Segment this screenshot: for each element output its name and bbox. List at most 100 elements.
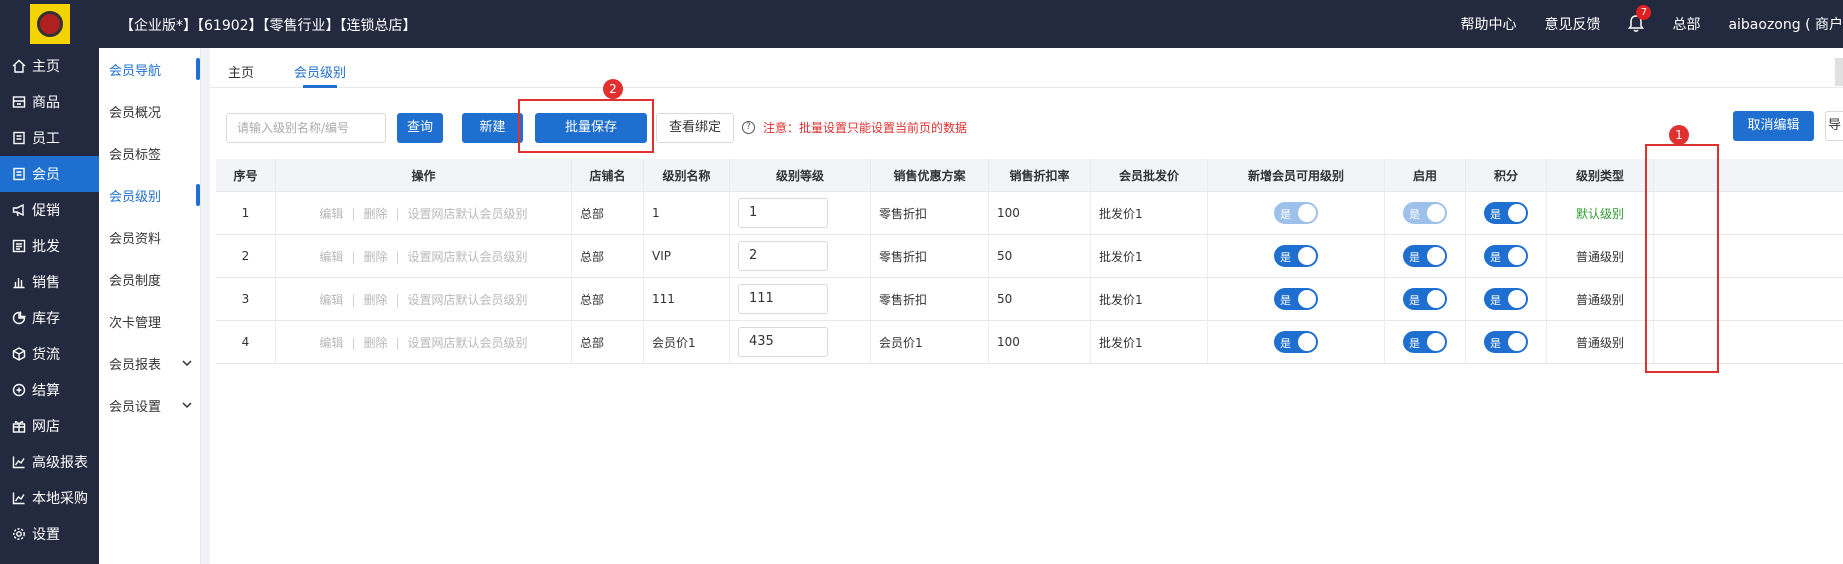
plan-text: 会员价1 bbox=[879, 335, 923, 350]
row-actions: 编辑 | 删除 | 设置网店默认会员级别 bbox=[276, 192, 572, 234]
submenu-item-2[interactable]: 会员标签 bbox=[99, 132, 200, 174]
set-default-link[interactable]: 设置网店默认会员级别 bbox=[408, 250, 528, 264]
new-member-toggle[interactable]: 是 bbox=[1274, 202, 1318, 224]
sidebar-item-11[interactable]: 高级报表 bbox=[0, 444, 99, 480]
tab-home[interactable]: 主页 bbox=[228, 62, 254, 81]
sidebar-item-1[interactable]: 商品 bbox=[0, 84, 99, 120]
member-level-table: 序号 操作 店铺名 级别名称 级别等级 销售优惠方案 销售折扣率 会员批发价 新增会员可用级别启… bbox=[216, 159, 1843, 364]
enable-toggle[interactable]: 是 bbox=[1403, 288, 1447, 310]
edit-link[interactable]: 编辑 bbox=[319, 293, 343, 307]
submenu-item-0[interactable]: 会员导航 bbox=[99, 48, 200, 90]
sidebar-item-2[interactable]: 员工 bbox=[0, 120, 99, 156]
points-toggle[interactable]: 是 bbox=[1484, 331, 1528, 353]
tab-member-level[interactable]: 会员级别 bbox=[294, 62, 346, 81]
sidebar-item-label: 设置 bbox=[32, 527, 60, 543]
sidebar-item-10[interactable]: 网店 bbox=[0, 408, 99, 444]
cell-store: 总部 bbox=[572, 321, 644, 363]
points-toggle[interactable]: 是 bbox=[1484, 202, 1528, 224]
submenu-item-8[interactable]: 会员设置 bbox=[99, 384, 200, 426]
cell-wholesale: 批发价1 bbox=[1091, 321, 1208, 363]
sidebar-item-5[interactable]: 批发 bbox=[0, 228, 99, 264]
submenu-item-7[interactable]: 会员报表 bbox=[99, 342, 200, 384]
column-header-new_member: 新增会员可用级别 bbox=[1208, 159, 1385, 191]
cell-store: 总部 bbox=[572, 235, 644, 277]
new-member-toggle[interactable]: 是 bbox=[1274, 245, 1318, 267]
delete-link[interactable]: 删除 bbox=[363, 293, 387, 307]
cell-wholesale: 批发价1 bbox=[1091, 235, 1208, 277]
view-binding-button[interactable]: 查看绑定 bbox=[656, 113, 734, 143]
delete-link[interactable]: 删除 bbox=[363, 336, 387, 350]
cell-rate: 100 bbox=[989, 321, 1091, 363]
store-switch[interactable]: 总部 bbox=[1672, 14, 1700, 34]
batch-hint-text: 注意：批量设置只能设置当前页的数据 bbox=[763, 121, 968, 135]
seq-text: 2 bbox=[241, 249, 250, 263]
wholesale-text: 批发价1 bbox=[1099, 335, 1143, 350]
feedback-link[interactable]: 意见反馈 bbox=[1544, 14, 1600, 34]
cancel-edit-button[interactable]: 取消编辑 bbox=[1733, 111, 1814, 141]
cell-type: 普通级别 bbox=[1547, 235, 1654, 277]
sidebar-item-6[interactable]: 销售 bbox=[0, 264, 99, 300]
annotation-marker-2: 2 bbox=[603, 79, 623, 99]
submenu-item-6[interactable]: 次卡管理 bbox=[99, 300, 200, 342]
sidebar-item-label: 货流 bbox=[32, 347, 60, 363]
new-member-toggle[interactable]: 是 bbox=[1274, 288, 1318, 310]
new-button[interactable]: 新建 bbox=[462, 113, 523, 143]
set-default-link[interactable]: 设置网店默认会员级别 bbox=[408, 293, 528, 307]
submenu-item-1[interactable]: 会员概况 bbox=[99, 90, 200, 132]
enable-toggle[interactable]: 是 bbox=[1403, 245, 1447, 267]
points-cell: 是 bbox=[1466, 278, 1547, 320]
sidebar-item-9[interactable]: 结算 bbox=[0, 372, 99, 408]
search-input[interactable]: 请输入级别名称/编号 bbox=[226, 113, 386, 143]
sidebar-item-8[interactable]: 货流 bbox=[0, 336, 99, 372]
column-header-level: 级别等级 bbox=[730, 159, 871, 191]
submenu-item-label: 会员制度 bbox=[109, 273, 162, 289]
help-center-link[interactable]: 帮助中心 bbox=[1460, 14, 1516, 34]
cell-store: 总部 bbox=[572, 278, 644, 320]
delete-link[interactable]: 删除 bbox=[363, 207, 387, 221]
cell-name: 1 bbox=[644, 192, 730, 234]
megaphone-icon bbox=[12, 203, 26, 217]
user-menu[interactable]: aibaozong ( 商户 bbox=[1728, 14, 1843, 34]
edit-link[interactable]: 编辑 bbox=[319, 336, 343, 350]
query-button[interactable]: 查询 bbox=[397, 113, 443, 143]
name-text: 会员价1 bbox=[652, 335, 696, 350]
enable-toggle[interactable]: 是 bbox=[1403, 331, 1447, 353]
chevron-down-icon[interactable] bbox=[182, 398, 192, 412]
enable-cell: 是 bbox=[1385, 192, 1466, 234]
enable-toggle[interactable]: 是 bbox=[1403, 202, 1447, 224]
points-toggle[interactable]: 是 bbox=[1484, 245, 1528, 267]
level-cell: 2 bbox=[730, 235, 871, 277]
sidebar-item-3[interactable]: 会员 bbox=[0, 156, 99, 192]
sidebar-item-0[interactable]: 主页 bbox=[0, 48, 99, 84]
set-default-link[interactable]: 设置网店默认会员级别 bbox=[408, 207, 528, 221]
new_member-cell: 是 bbox=[1208, 235, 1385, 277]
tab-bar: 主页 会员级别 bbox=[210, 48, 1843, 88]
level-input[interactable]: 435 bbox=[738, 327, 828, 357]
name-text: VIP bbox=[652, 249, 671, 263]
help-circle-icon: ? bbox=[742, 121, 755, 134]
submenu-item-3[interactable]: 会员级别 bbox=[99, 174, 200, 216]
new-member-toggle[interactable]: 是 bbox=[1274, 331, 1318, 353]
set-default-link[interactable]: 设置网店默认会员级别 bbox=[408, 336, 528, 350]
brand-logo[interactable] bbox=[30, 4, 70, 44]
cell-store: 总部 bbox=[572, 192, 644, 234]
submenu-item-5[interactable]: 会员制度 bbox=[99, 258, 200, 300]
staff-icon bbox=[12, 131, 26, 145]
export-button[interactable]: 导 bbox=[1825, 111, 1843, 141]
edit-link[interactable]: 编辑 bbox=[319, 207, 343, 221]
sidebar-item-label: 网店 bbox=[32, 419, 60, 435]
chevron-down-icon[interactable] bbox=[182, 356, 192, 370]
level-input[interactable]: 2 bbox=[738, 241, 828, 271]
submenu-item-4[interactable]: 会员资料 bbox=[99, 216, 200, 258]
edit-link[interactable]: 编辑 bbox=[319, 250, 343, 264]
level-input[interactable]: 111 bbox=[738, 284, 828, 314]
delete-link[interactable]: 删除 bbox=[363, 250, 387, 264]
points-toggle[interactable]: 是 bbox=[1484, 288, 1528, 310]
sidebar-item-7[interactable]: 库存 bbox=[0, 300, 99, 336]
sidebar-item-13[interactable]: 设置 bbox=[0, 516, 99, 552]
bell-icon[interactable]: 7 bbox=[1628, 5, 1652, 33]
sidebar-item-12[interactable]: 本地采购 bbox=[0, 480, 99, 516]
tab-scroll-handle[interactable] bbox=[1835, 58, 1843, 86]
sidebar-item-4[interactable]: 促销 bbox=[0, 192, 99, 228]
level-input[interactable]: 1 bbox=[738, 198, 828, 228]
